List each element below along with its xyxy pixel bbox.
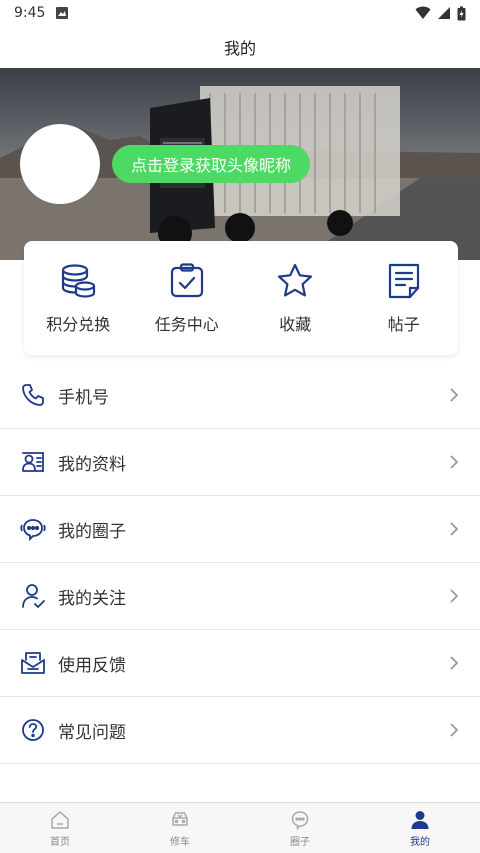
tab-mine[interactable]: 我的 (360, 803, 480, 853)
tab-label: 我的 (410, 836, 430, 848)
chevron-right-icon (450, 589, 459, 603)
quick-action-favorites[interactable]: 收藏 (241, 241, 350, 355)
battery-icon (457, 6, 466, 20)
quick-action-points-exchange[interactable]: 积分兑换 (24, 241, 133, 355)
chevron-right-icon (450, 455, 459, 469)
wifi-icon (415, 6, 431, 19)
question-circle-icon (20, 717, 46, 743)
login-button[interactable]: 点击登录获取头像昵称 (112, 145, 310, 183)
status-time: 9:45 (14, 5, 46, 21)
quick-action-task-center[interactable]: 任务中心 (133, 241, 242, 355)
menu-item-my-profile[interactable]: 我的资料 (0, 429, 480, 496)
quick-actions-card: 积分兑换 任务中心 收藏 帖子 (24, 241, 458, 355)
chevron-right-icon (450, 522, 459, 536)
menu-item-label: 手机号 (58, 387, 109, 408)
menu-item-label: 我的圈子 (58, 521, 126, 542)
profile-card-icon (20, 449, 46, 475)
menu-item-my-circle[interactable]: 我的圈子 (0, 496, 480, 563)
quick-action-label: 收藏 (279, 315, 312, 334)
chevron-right-icon (450, 388, 459, 402)
tab-label: 圈子 (290, 836, 310, 848)
star-icon (275, 261, 315, 301)
tab-home[interactable]: 首页 (0, 803, 120, 853)
menu-item-phone[interactable]: 手机号 (0, 362, 480, 429)
menu-item-faq[interactable]: 常见问题 (0, 697, 480, 764)
quick-action-label: 任务中心 (154, 315, 219, 334)
quick-action-label: 帖子 (387, 315, 420, 334)
menu-item-label: 我的资料 (58, 454, 126, 475)
page-title: 我的 (0, 26, 480, 68)
document-icon (384, 261, 424, 301)
tab-circle[interactable]: 圈子 (240, 803, 360, 853)
bottom-tab-bar: 首页 修车 圈子 我的 (0, 802, 480, 853)
quick-action-label: 积分兑换 (46, 315, 111, 334)
chat-bubble-icon (20, 516, 46, 542)
menu-item-label: 使用反馈 (58, 655, 126, 676)
clipboard-check-icon (167, 261, 207, 301)
car-repair-icon (172, 811, 188, 826)
chat-bubble-icon (291, 810, 309, 830)
home-icon (51, 810, 69, 829)
avatar[interactable] (20, 124, 100, 204)
menu-item-label: 我的关注 (58, 588, 126, 609)
image-notification-icon (56, 7, 69, 19)
user-check-icon (20, 583, 46, 609)
tab-label: 首页 (50, 836, 70, 848)
coins-stack-icon (58, 261, 98, 301)
menu-item-my-follows[interactable]: 我的关注 (0, 563, 480, 630)
chevron-right-icon (450, 723, 459, 737)
quick-action-posts[interactable]: 帖子 (350, 241, 459, 355)
tab-car-repair[interactable]: 修车 (120, 803, 240, 853)
tab-label: 修车 (170, 836, 190, 848)
menu-item-label: 常见问题 (58, 722, 126, 743)
user-icon (411, 810, 429, 829)
chevron-right-icon (450, 656, 459, 670)
menu-item-feedback[interactable]: 使用反馈 (0, 630, 480, 697)
menu-list: 手机号 我的资料 我的圈子 我的关注 使用反馈 常见问题 (0, 362, 480, 764)
status-bar: 9:45 (0, 0, 480, 26)
signal-icon (438, 7, 450, 19)
phone-icon (20, 382, 46, 408)
mail-feedback-icon (20, 650, 46, 676)
